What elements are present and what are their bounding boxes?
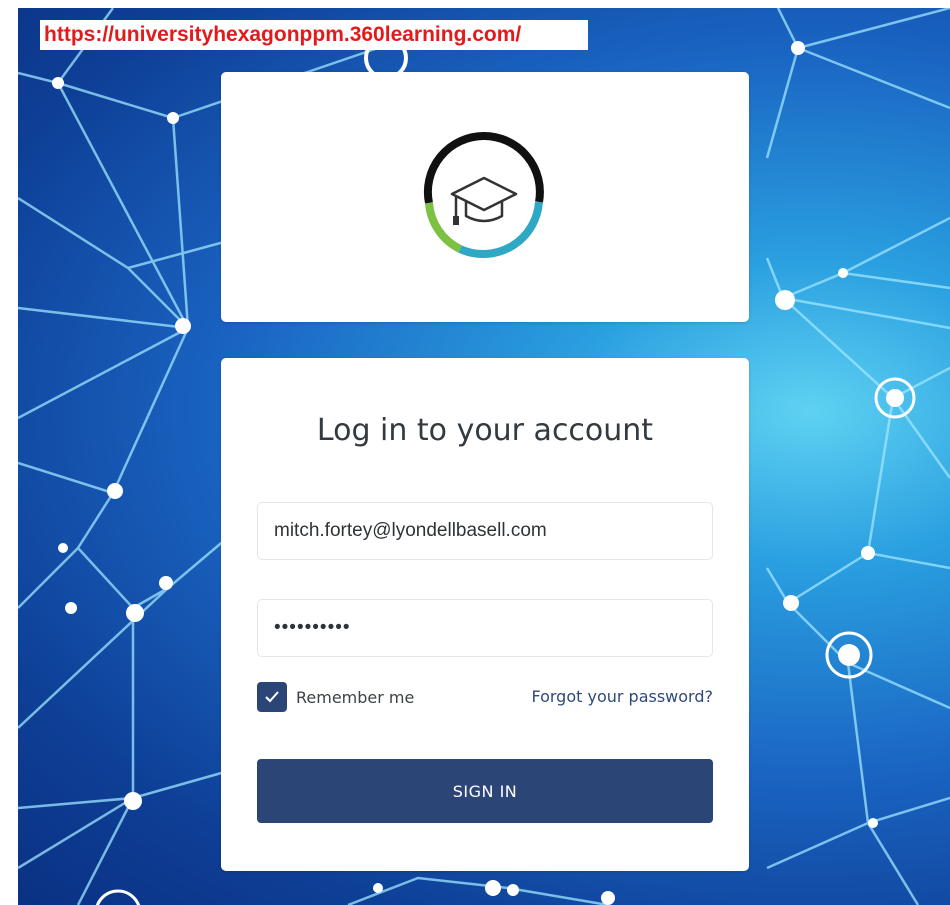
forgot-password-link[interactable]: Forgot your password? (531, 687, 713, 706)
password-field[interactable] (257, 599, 713, 657)
graduation-cap-icon (423, 131, 544, 259)
remember-me-label: Remember me (296, 687, 415, 707)
checkmark-icon (265, 691, 279, 703)
remember-me-row: Remember me (257, 682, 414, 712)
remember-me-checkbox[interactable] (257, 682, 287, 712)
sign-in-button[interactable]: SIGN IN (257, 759, 713, 823)
email-field[interactable] (257, 502, 713, 560)
logo-card (221, 72, 749, 322)
login-title: Log in to your account (316, 413, 654, 448)
url-label: https://universityhexagonppm.360learning… (40, 20, 588, 50)
login-card: Log in to your account Remember me Forgo… (221, 358, 749, 871)
